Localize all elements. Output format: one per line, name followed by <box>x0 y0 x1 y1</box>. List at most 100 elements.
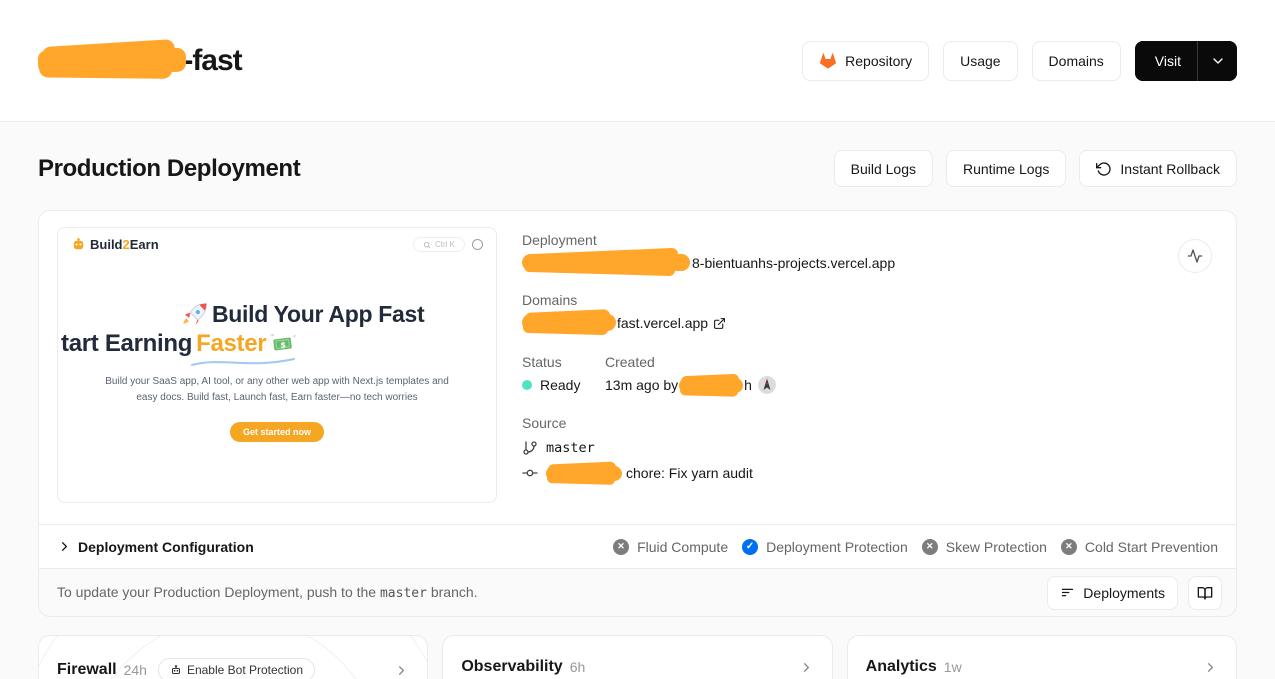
external-link-icon <box>713 317 726 333</box>
firewall-title: Firewall <box>57 661 117 679</box>
instant-rollback-button[interactable]: Instant Rollback <box>1079 150 1237 187</box>
commit-message: chore: Fix yarn audit <box>626 465 753 481</box>
preview-mascot-icon <box>71 237 86 252</box>
deployment-protection-status-icon <box>742 539 758 555</box>
insight-cards-row: Firewall 24h Enable Bot Protection Ob <box>38 635 1237 679</box>
project-title: n-fast <box>38 44 242 78</box>
observability-period: 6h <box>570 659 586 675</box>
observability-card[interactable]: Observability 6h <box>442 635 832 679</box>
domain-link[interactable]: fast.vercel.app <box>522 314 1122 333</box>
footer-branch-name: master <box>380 586 427 601</box>
preview-subtext: Build your SaaS app, AI tool, or any oth… <box>58 374 496 405</box>
firewall-period: 24h <box>124 662 147 678</box>
status-created-row: Status Ready Created 13m ago by h <box>522 354 1122 394</box>
created-field: Created 13m ago by h <box>605 354 776 394</box>
usage-button[interactable]: Usage <box>943 41 1017 81</box>
project-header: n-fast Repository Usage Domains Visit <box>0 0 1275 122</box>
chevron-right-icon <box>1203 660 1218 675</box>
source-label: Source <box>522 415 1122 431</box>
footer-actions: Deployments <box>1047 576 1222 610</box>
chevron-down-icon <box>1210 53 1226 69</box>
source-commit[interactable]: chore: Fix yarn audit <box>522 465 1122 481</box>
instant-rollback-label: Instant Rollback <box>1120 161 1220 177</box>
deployment-card: Build2Earn Ctrl K <box>38 210 1237 617</box>
redaction-scribble-url <box>522 254 690 271</box>
visit-split-button: Visit <box>1135 41 1237 81</box>
analytics-period: 1w <box>944 659 962 675</box>
redaction-scribble-commit <box>546 466 622 481</box>
get-started-button[interactable]: Get started now <box>230 422 324 442</box>
config-status-items: Fluid Compute Deployment Protection Skew… <box>613 539 1218 555</box>
main-content: Production Deployment Build Logs Runtime… <box>0 122 1275 679</box>
domains-label: Domains <box>1049 53 1104 69</box>
runtime-logs-button[interactable]: Runtime Logs <box>946 150 1066 187</box>
search-hint-label: Ctrl K <box>435 240 455 249</box>
created-value: 13m ago by h <box>605 376 776 394</box>
domains-button[interactable]: Domains <box>1032 41 1121 81</box>
deployment-configuration-row: Deployment Configuration Fluid Compute D… <box>39 524 1236 568</box>
build-logs-button[interactable]: Build Logs <box>834 150 933 187</box>
firewall-card[interactable]: Firewall 24h Enable Bot Protection <box>38 635 428 679</box>
docs-button[interactable] <box>1188 576 1222 610</box>
theme-toggle-icon <box>472 239 483 250</box>
filter-icon <box>1060 585 1075 600</box>
enable-bot-protection-button[interactable]: Enable Bot Protection <box>158 658 315 679</box>
preview-header-right: Ctrl K <box>413 237 483 252</box>
analytics-card[interactable]: Analytics 1w <box>847 635 1237 679</box>
vercel-project-page: n-fast Repository Usage Domains Visit <box>0 0 1275 679</box>
deployment-url[interactable]: 8-bientuanhs-projects.vercel.app <box>522 254 1122 271</box>
preview-headline-2: tart Earning <box>61 330 192 358</box>
source-field: Source master chore: F <box>522 415 1122 481</box>
chevron-right-icon <box>57 539 72 554</box>
config-item-0: Fluid Compute <box>613 539 728 555</box>
observability-title: Observability <box>461 658 562 676</box>
usage-label: Usage <box>960 53 1000 69</box>
page-actions: Build Logs Runtime Logs Instant Rollback <box>834 150 1237 187</box>
rollback-icon <box>1096 161 1112 177</box>
enable-bot-protection-label: Enable Bot Protection <box>187 663 303 677</box>
repository-label: Repository <box>845 53 912 69</box>
preview-hero: Build Your App Fast tart Earning Faster … <box>58 301 496 358</box>
config-item-3: Cold Start Prevention <box>1061 539 1218 555</box>
deployment-card-footer: To update your Production Deployment, pu… <box>39 568 1236 616</box>
redaction-scribble-domain <box>522 314 616 331</box>
section-title: Production Deployment <box>38 155 300 183</box>
visit-dropdown-button[interactable] <box>1197 41 1237 81</box>
runtime-logs-label: Runtime Logs <box>963 161 1049 177</box>
deployment-configuration-toggle[interactable]: Deployment Configuration <box>57 539 254 555</box>
ready-status-dot <box>522 380 532 390</box>
created-label: Created <box>605 354 776 370</box>
activity-button[interactable] <box>1178 239 1212 273</box>
push-hint-text: To update your Production Deployment, pu… <box>57 584 478 601</box>
deployment-label: Deployment <box>522 232 1122 248</box>
squiggle-underline <box>188 355 298 369</box>
rocket-icon <box>182 302 208 328</box>
deployment-configuration-label: Deployment Configuration <box>78 539 254 555</box>
visit-button[interactable]: Visit <box>1135 41 1197 81</box>
source-branch[interactable]: master <box>522 440 1122 456</box>
chevron-right-icon <box>394 663 409 678</box>
deployment-card-main: Build2Earn Ctrl K <box>39 211 1236 524</box>
config-item-2: Skew Protection <box>922 539 1047 555</box>
chevron-right-icon <box>799 660 814 675</box>
deployments-label: Deployments <box>1083 585 1165 601</box>
redaction-scribble-title <box>38 47 186 74</box>
activity-pulse-icon <box>1187 248 1203 264</box>
deployments-button[interactable]: Deployments <box>1047 576 1178 610</box>
book-icon <box>1197 585 1213 601</box>
skew-protection-status-icon <box>922 539 938 555</box>
config-item-1: Deployment Protection <box>742 539 908 555</box>
money-icon: $ <box>270 333 296 355</box>
author-avatar <box>758 376 776 394</box>
page-head: Production Deployment Build Logs Runtime… <box>38 150 1237 187</box>
status-field: Status Ready <box>522 354 605 394</box>
status-value: Ready <box>540 377 580 393</box>
redaction-scribble-author <box>679 378 743 393</box>
analytics-title: Analytics <box>866 658 937 676</box>
deployment-preview[interactable]: Build2Earn Ctrl K <box>57 227 497 503</box>
bot-icon <box>170 664 182 676</box>
cold-start-prevention-status-icon <box>1061 539 1077 555</box>
header-actions: Repository Usage Domains Visit <box>802 41 1237 81</box>
repository-button[interactable]: Repository <box>802 41 929 81</box>
build-logs-label: Build Logs <box>851 161 916 177</box>
